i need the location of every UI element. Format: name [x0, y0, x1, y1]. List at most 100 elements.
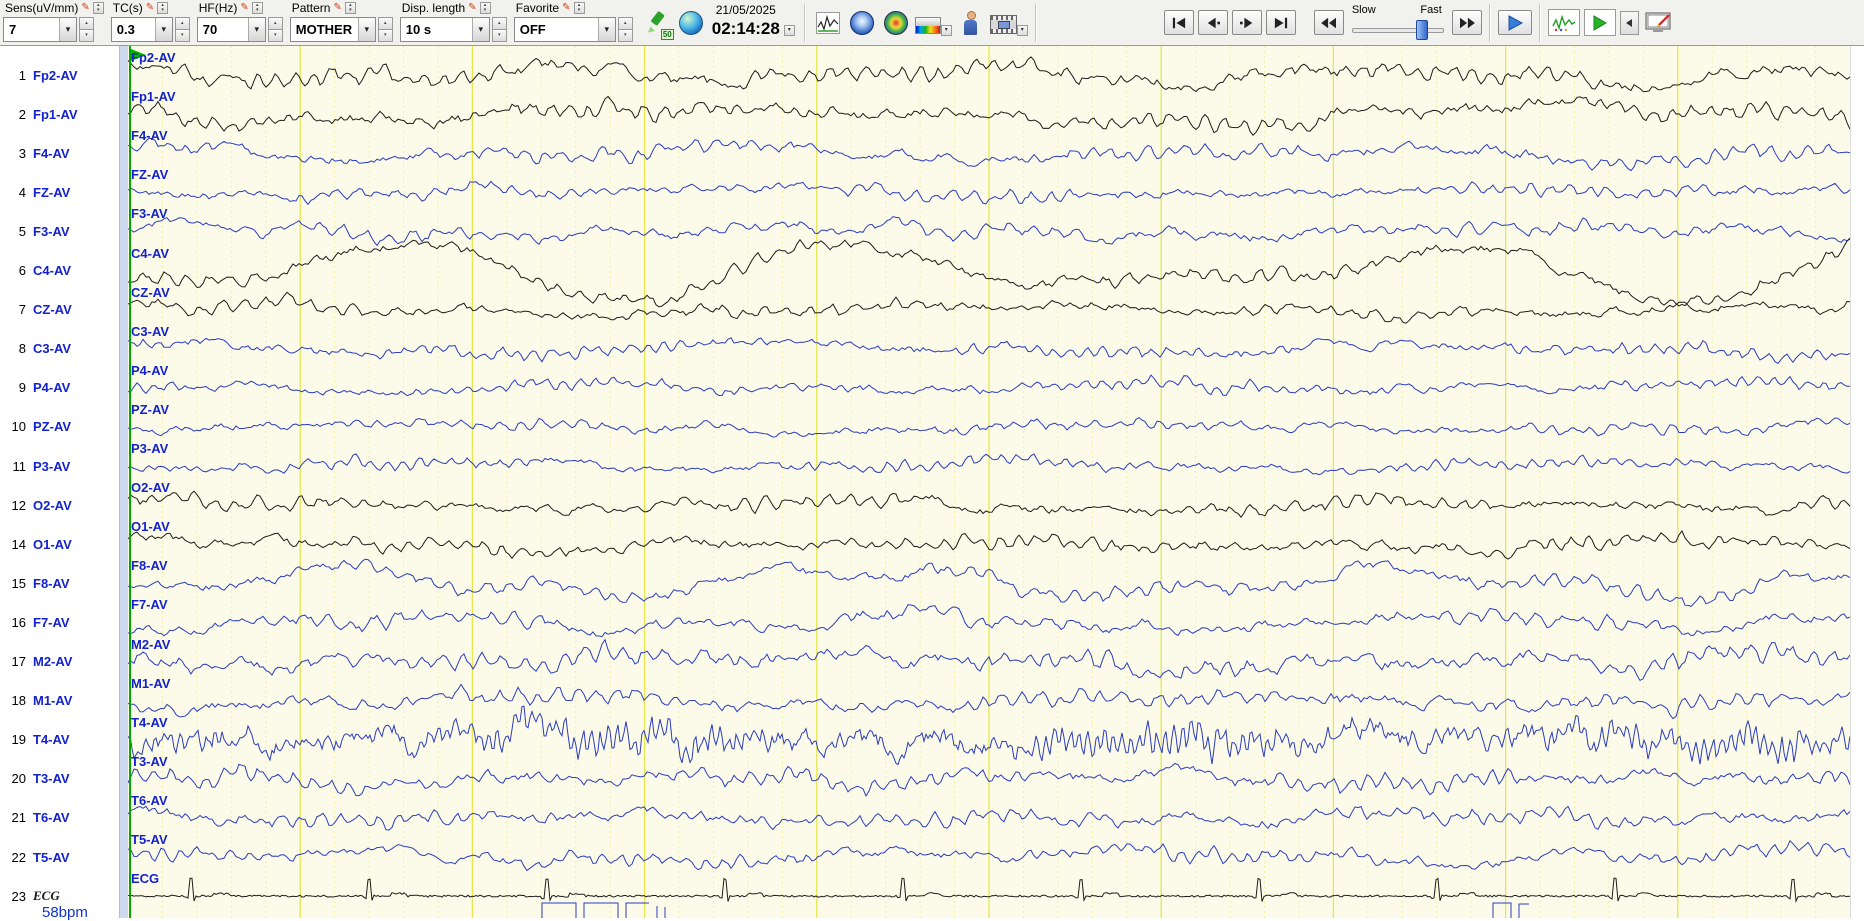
channel-row[interactable]: 5 F3-AV: [0, 222, 70, 240]
label-spinner[interactable]: ▴ ▾: [479, 2, 491, 14]
colorbar-dropdown[interactable]: ▾: [940, 25, 952, 36]
edit-pen-icon[interactable]: ✎: [146, 3, 154, 13]
label-spinner[interactable]: ▴ ▾: [157, 2, 169, 14]
trace-label[interactable]: F7-AV: [131, 597, 168, 612]
page-forward-button[interactable]: [1231, 10, 1262, 35]
video-dropdown[interactable]: ▾: [1016, 25, 1028, 36]
combobox[interactable]: 0.3 ▾: [110, 17, 173, 42]
map-button[interactable]: [676, 8, 706, 38]
label-spinner[interactable]: ▴ ▾: [344, 2, 356, 14]
trace-label[interactable]: T4-AV: [131, 715, 168, 730]
trace-label[interactable]: T5-AV: [131, 832, 168, 847]
skip-to-start-button[interactable]: [1163, 10, 1194, 35]
montage-pen-button[interactable]: 50: [642, 8, 674, 40]
trace-label[interactable]: F3-AV: [131, 206, 168, 221]
channel-row[interactable]: 21 T6-AV: [0, 809, 70, 827]
value-spinner[interactable]: ▴ ▾: [617, 17, 633, 42]
datetime-dropdown[interactable]: ▾: [783, 25, 795, 36]
value-spinner[interactable]: ▴ ▾: [377, 17, 393, 42]
annotation-screen-button[interactable]: [1643, 8, 1675, 38]
channel-row[interactable]: 2 Fp1-AV: [0, 105, 78, 123]
slider-handle[interactable]: [1415, 20, 1428, 40]
skip-to-end-button[interactable]: [1265, 10, 1296, 35]
value-spinner[interactable]: ▴ ▾: [174, 17, 190, 42]
channel-row[interactable]: 22 T5-AV: [0, 848, 70, 866]
trace-label[interactable]: T3-AV: [131, 754, 168, 769]
channel-row[interactable]: 18 M1-AV: [0, 692, 73, 710]
dropdown-arrow-icon[interactable]: ▾: [471, 18, 489, 41]
value-spinner[interactable]: ▴ ▾: [267, 17, 283, 42]
edit-pen-icon[interactable]: ✎: [240, 3, 248, 13]
edit-pen-icon[interactable]: ✎: [562, 3, 570, 13]
value-spinner[interactable]: ▴ ▾: [491, 17, 507, 42]
trace-label[interactable]: O1-AV: [131, 519, 170, 534]
trace-label[interactable]: P3-AV: [131, 441, 168, 456]
dropdown-arrow-icon[interactable]: ▾: [247, 18, 265, 41]
channel-row[interactable]: 14 O1-AV: [0, 535, 72, 553]
label-spinner[interactable]: ▴ ▾: [573, 2, 585, 14]
trace-label[interactable]: Fp1-AV: [131, 89, 176, 104]
edit-pen-icon[interactable]: ✎: [333, 3, 341, 13]
trace-label[interactable]: FZ-AV: [131, 167, 168, 182]
trace-label[interactable]: ECG: [131, 871, 159, 886]
small-step-button[interactable]: [1619, 11, 1639, 35]
channel-row[interactable]: 15 F8-AV: [0, 574, 70, 592]
channel-row[interactable]: 7 CZ-AV: [0, 301, 72, 319]
dropdown-arrow-icon[interactable]: ▾: [59, 18, 76, 41]
channel-row[interactable]: 17 M2-AV: [0, 653, 73, 671]
topography-button[interactable]: [847, 8, 877, 38]
dropdown-arrow-icon[interactable]: ▾: [597, 18, 615, 41]
combobox[interactable]: 70 ▾: [196, 17, 266, 42]
trace-label[interactable]: M1-AV: [131, 676, 170, 691]
edit-pen-icon[interactable]: ✎: [468, 3, 476, 13]
trace-label[interactable]: PZ-AV: [131, 402, 169, 417]
combobox[interactable]: 7 ▾: [3, 17, 77, 42]
value-spinner[interactable]: ▴ ▾: [79, 17, 94, 42]
monitor-wave-button[interactable]: [1547, 9, 1580, 36]
channel-row[interactable]: 3 F4-AV: [0, 144, 70, 162]
page-back-button[interactable]: [1197, 10, 1228, 35]
channel-row[interactable]: 11 P3-AV: [0, 457, 71, 475]
trend-button[interactable]: [813, 8, 843, 38]
video-icon[interactable]: [989, 15, 1017, 34]
channel-row[interactable]: 20 T3-AV: [0, 770, 70, 788]
channel-row[interactable]: 8 C3-AV: [0, 340, 71, 358]
label-spinner[interactable]: ▴ ▾: [251, 2, 263, 14]
combobox[interactable]: 10 s ▾: [399, 17, 490, 42]
combobox[interactable]: MOTHER ▾: [289, 17, 376, 42]
trace-label[interactable]: C4-AV: [131, 246, 169, 261]
fast-forward-button[interactable]: [1451, 10, 1482, 35]
trace-label[interactable]: F4-AV: [131, 128, 168, 143]
trace-label[interactable]: M2-AV: [131, 637, 170, 652]
waveform-area[interactable]: Fp2-AV Fp1-AV F4-AV FZ-AV F3-AV C4-AV CZ-AV C3-…: [128, 46, 1850, 918]
dropdown-arrow-icon[interactable]: ▾: [154, 18, 172, 41]
trace-label[interactable]: CZ-AV: [131, 285, 170, 300]
trace-label[interactable]: C3-AV: [131, 324, 169, 339]
trace-label[interactable]: O2-AV: [131, 480, 170, 495]
channel-row[interactable]: 12 O2-AV: [0, 496, 72, 514]
channel-scrollbar[interactable]: [119, 46, 128, 918]
channel-row[interactable]: 1 Fp2-AV: [0, 66, 78, 84]
channel-row[interactable]: 10 PZ-AV: [0, 418, 72, 436]
start-monitor-button[interactable]: [1583, 9, 1616, 36]
color-map-button[interactable]: [881, 8, 911, 38]
play-button[interactable]: [1497, 10, 1532, 35]
rewind-button[interactable]: [1313, 10, 1344, 35]
edit-pen-icon[interactable]: ✎: [81, 3, 89, 13]
trace-label[interactable]: Fp2-AV: [131, 50, 176, 65]
trace-label[interactable]: T6-AV: [131, 793, 168, 808]
patient-button[interactable]: [956, 8, 986, 38]
dropdown-arrow-icon[interactable]: ▾: [357, 18, 375, 41]
channel-row[interactable]: 9 P4-AV: [0, 379, 71, 397]
combobox[interactable]: OFF ▾: [513, 17, 616, 42]
colorbar-icon[interactable]: [914, 17, 941, 34]
channel-row[interactable]: 16 F7-AV: [0, 613, 70, 631]
label-spinner[interactable]: ▴ ▾: [92, 2, 104, 14]
channel-row[interactable]: 4 FZ-AV: [0, 183, 71, 201]
channel-row[interactable]: 6 C4-AV: [0, 262, 71, 280]
slider-track[interactable]: [1351, 28, 1444, 33]
channel-row[interactable]: 23 ECG: [0, 887, 60, 905]
trace-label[interactable]: P4-AV: [131, 363, 168, 378]
right-scrollbar[interactable]: [1850, 46, 1864, 918]
trace-label[interactable]: F8-AV: [131, 558, 168, 573]
